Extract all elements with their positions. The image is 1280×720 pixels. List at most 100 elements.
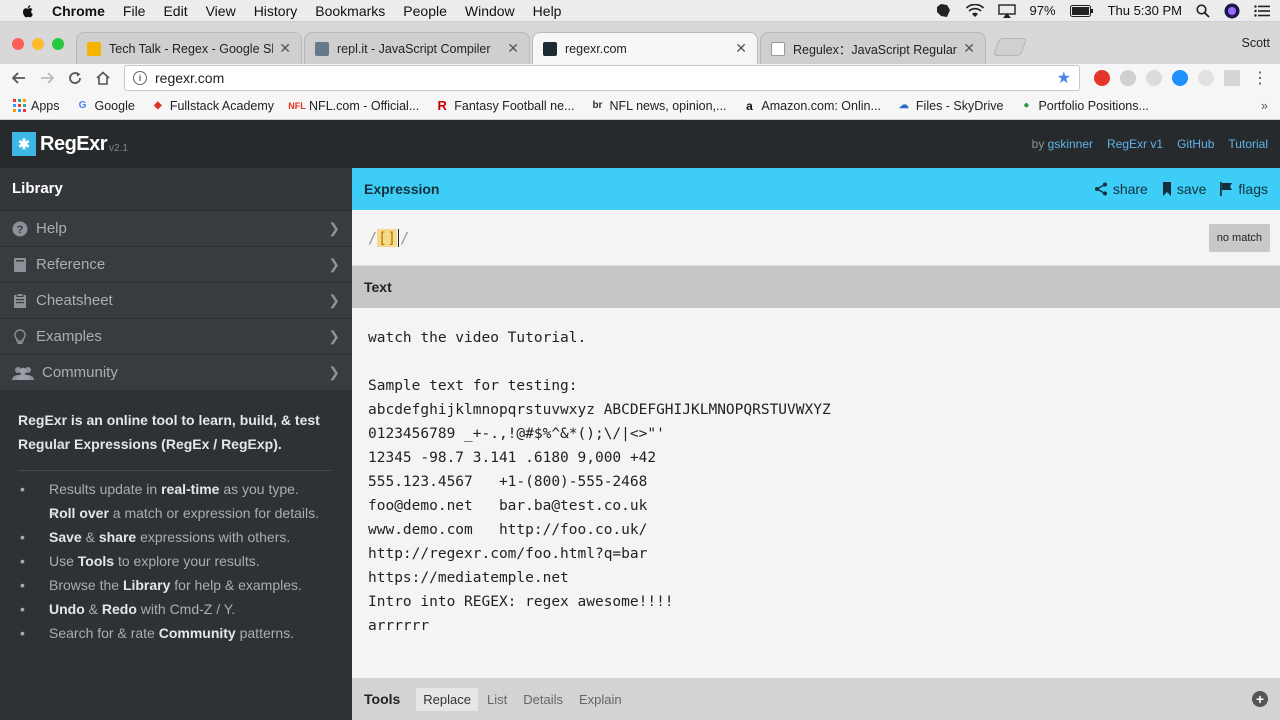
expression-input[interactable]: /[] / no match bbox=[352, 210, 1280, 266]
menu-edit[interactable]: Edit bbox=[163, 3, 187, 19]
bookmark-fantasy-football[interactable]: R Fantasy Football ne... bbox=[435, 98, 575, 113]
bullet-text: Browse the bbox=[49, 577, 123, 593]
text-line: watch the video Tutorial. bbox=[368, 330, 587, 346]
skype-extension-icon[interactable] bbox=[1120, 70, 1136, 86]
siri-icon[interactable] bbox=[1224, 3, 1240, 19]
bullet-bold: Undo bbox=[49, 601, 85, 617]
site-info-icon[interactable]: i bbox=[133, 71, 147, 85]
close-tab-icon[interactable]: ✕ bbox=[279, 40, 291, 57]
bookmark-amazon[interactable]: a Amazon.com: Onlin... bbox=[742, 99, 881, 113]
sidebar-item-help[interactable]: ? Help ❯ bbox=[0, 210, 352, 246]
save-button[interactable]: save bbox=[1162, 181, 1206, 197]
bookmark-label: NFL.com - Official... bbox=[309, 98, 420, 113]
address-bar[interactable]: i regexr.com ★ bbox=[124, 65, 1080, 91]
zoom-window-button[interactable] bbox=[52, 38, 64, 50]
evernote-extension-icon[interactable] bbox=[1146, 70, 1162, 86]
browser-tab-active[interactable]: regexr.com ✕ bbox=[532, 32, 758, 64]
wifi-icon[interactable] bbox=[965, 3, 984, 18]
tab-explain[interactable]: Explain bbox=[572, 688, 629, 711]
text-header: Text bbox=[352, 266, 1280, 308]
close-tab-icon[interactable]: ✕ bbox=[963, 40, 975, 57]
share-button[interactable]: share bbox=[1094, 181, 1148, 197]
bookmark-nfl-news[interactable]: br NFL news, opinion,... bbox=[590, 99, 726, 113]
menu-window[interactable]: Window bbox=[465, 3, 515, 19]
profile-name[interactable]: Scott bbox=[1242, 36, 1271, 50]
opera-extension-icon[interactable] bbox=[1094, 70, 1110, 86]
character-set-token[interactable]: [] bbox=[377, 228, 398, 247]
text-line: Intro into REGEX: regex awesome!!!! bbox=[368, 594, 674, 610]
messenger-extension-icon[interactable] bbox=[1172, 70, 1188, 86]
menubar-status-area: 97% Thu 5:30 PM bbox=[934, 3, 1270, 19]
bullet-text: for help & examples. bbox=[170, 577, 302, 593]
author-link[interactable]: gskinner bbox=[1048, 137, 1093, 151]
nfl-icon: NFL bbox=[288, 100, 306, 111]
expression-actions: share save flags bbox=[1094, 181, 1268, 197]
airplay-icon[interactable] bbox=[997, 3, 1016, 18]
bookmark-label: Fantasy Football ne... bbox=[454, 98, 575, 113]
notification-center-icon[interactable] bbox=[1254, 4, 1270, 17]
close-tab-icon[interactable]: ✕ bbox=[507, 40, 519, 57]
tutorial-link[interactable]: Tutorial bbox=[1228, 137, 1268, 151]
browser-tab[interactable]: Tech Talk - Regex - Google Sli ✕ bbox=[76, 32, 302, 64]
text-line: arrrrrr bbox=[368, 618, 430, 634]
menu-bookmarks[interactable]: Bookmarks bbox=[315, 3, 385, 19]
regexr-favicon-icon bbox=[543, 41, 557, 56]
chrome-menu-icon[interactable]: ⋮ bbox=[1252, 68, 1268, 88]
evernote-icon[interactable] bbox=[934, 3, 952, 19]
forward-button[interactable] bbox=[36, 67, 58, 89]
sidebar-item-reference[interactable]: Reference ❯ bbox=[0, 246, 352, 282]
regexr-logo[interactable]: ✱ RegExr v2.1 bbox=[12, 132, 128, 156]
extension-grid-icon[interactable] bbox=[1224, 70, 1240, 86]
bookmark-label: Portfolio Positions... bbox=[1038, 98, 1149, 113]
reload-button[interactable] bbox=[64, 67, 86, 89]
address-url[interactable]: regexr.com bbox=[155, 70, 1057, 86]
menu-help[interactable]: Help bbox=[533, 3, 562, 19]
menubar-clock[interactable]: Thu 5:30 PM bbox=[1108, 3, 1182, 18]
apple-icon[interactable] bbox=[20, 3, 36, 19]
pocket-extension-icon[interactable] bbox=[1198, 70, 1214, 86]
bookmark-portfolio[interactable]: ● Portfolio Positions... bbox=[1019, 98, 1149, 113]
flag-icon bbox=[1220, 182, 1233, 196]
list-item: Results update in real-time as you type. bbox=[18, 477, 334, 501]
bookmark-star-icon[interactable]: ★ bbox=[1057, 68, 1071, 88]
tab-details[interactable]: Details bbox=[516, 688, 570, 711]
home-button[interactable] bbox=[92, 67, 114, 89]
browser-tab[interactable]: Regulex：JavaScript Regular E ✕ bbox=[760, 32, 986, 64]
sidebar-item-examples[interactable]: Examples ❯ bbox=[0, 318, 352, 354]
back-button[interactable] bbox=[8, 67, 30, 89]
battery-icon[interactable] bbox=[1069, 4, 1094, 17]
regexr-v1-link[interactable]: RegExr v1 bbox=[1107, 137, 1163, 151]
bookmarks-overflow-icon[interactable]: » bbox=[1261, 99, 1268, 113]
minimize-window-button[interactable] bbox=[32, 38, 44, 50]
bullet-bold: share bbox=[98, 529, 137, 545]
sidebar-item-community[interactable]: Community ❯ bbox=[0, 354, 352, 390]
browser-toolbar: i regexr.com ★ ⋮ bbox=[0, 64, 1280, 92]
bookmark-skydrive[interactable]: ☁ Files - SkyDrive bbox=[897, 99, 1004, 113]
bullet-text: Use bbox=[49, 553, 78, 569]
flags-button[interactable]: flags bbox=[1220, 181, 1268, 197]
bookmark-nfl[interactable]: NFL NFL.com - Official... bbox=[288, 98, 420, 113]
menu-people[interactable]: People bbox=[403, 3, 447, 19]
spotlight-search-icon[interactable] bbox=[1196, 3, 1210, 18]
bookmark-fullstack[interactable]: ◆ Fullstack Academy bbox=[151, 99, 274, 113]
new-tab-button[interactable] bbox=[992, 38, 1028, 56]
list-item: Use Tools to explore your results. bbox=[18, 549, 334, 573]
tab-replace[interactable]: Replace bbox=[416, 687, 478, 711]
github-link[interactable]: GitHub bbox=[1177, 137, 1214, 151]
menu-history[interactable]: History bbox=[254, 3, 298, 19]
google-slides-favicon-icon bbox=[87, 41, 101, 56]
menu-chrome[interactable]: Chrome bbox=[52, 3, 105, 19]
menu-file[interactable]: File bbox=[123, 3, 146, 19]
tab-list[interactable]: List bbox=[480, 688, 514, 711]
close-window-button[interactable] bbox=[12, 38, 24, 50]
google-icon: G bbox=[78, 100, 87, 111]
browser-tab[interactable]: repl.it - JavaScript Compiler ✕ bbox=[304, 32, 530, 64]
menu-view[interactable]: View bbox=[206, 3, 236, 19]
extensions-area bbox=[1094, 70, 1240, 86]
close-tab-icon[interactable]: ✕ bbox=[735, 40, 747, 57]
sidebar-item-cheatsheet[interactable]: Cheatsheet ❯ bbox=[0, 282, 352, 318]
bookmark-google[interactable]: G Google bbox=[76, 99, 135, 113]
expand-tools-icon[interactable]: + bbox=[1252, 691, 1268, 707]
test-text-editor[interactable]: watch the video Tutorial. Sample text fo… bbox=[352, 308, 1280, 678]
bookmark-apps[interactable]: Apps bbox=[12, 99, 60, 113]
